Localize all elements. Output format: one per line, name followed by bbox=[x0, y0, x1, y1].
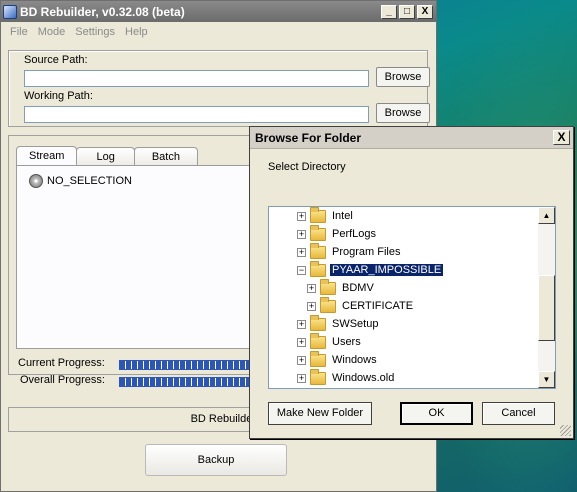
backup-button[interactable]: Backup bbox=[145, 444, 287, 476]
tree-item-windows-old[interactable]: + Windows.old bbox=[297, 368, 396, 386]
tab-log[interactable]: Log bbox=[76, 147, 135, 166]
make-new-folder-button[interactable]: Make New Folder bbox=[268, 402, 372, 425]
folder-icon bbox=[320, 296, 336, 313]
expand-icon[interactable]: + bbox=[307, 301, 316, 311]
expand-icon[interactable]: + bbox=[297, 337, 306, 347]
tree-item-pyaar-impossible[interactable]: − PYAAR_IMPOSSIBLE bbox=[297, 260, 444, 278]
tree-item-program-files[interactable]: + Program Files bbox=[297, 242, 402, 260]
paths-group: Source Path: Browse Working Path: Browse bbox=[8, 50, 430, 127]
folder-icon bbox=[310, 332, 326, 349]
tree-item-windows[interactable]: + Windows bbox=[297, 350, 379, 368]
expand-icon[interactable]: + bbox=[297, 319, 306, 329]
folder-icon bbox=[310, 368, 326, 385]
expand-icon[interactable]: + bbox=[297, 229, 306, 239]
menu-settings[interactable]: Settings bbox=[70, 26, 120, 38]
tree-item-label: BDMV bbox=[342, 282, 374, 294]
tree-item-perflogs[interactable]: + PerfLogs bbox=[297, 224, 378, 242]
source-browse-button[interactable]: Browse bbox=[376, 67, 430, 87]
tree-scrollbar[interactable]: ▲ ▼ bbox=[538, 207, 555, 388]
folder-icon bbox=[320, 278, 336, 295]
dialog-instruction: Select Directory bbox=[268, 161, 346, 173]
collapse-icon[interactable]: − bbox=[297, 265, 306, 275]
tree-item-label: Windows bbox=[332, 354, 377, 366]
tab-batch[interactable]: Batch bbox=[133, 147, 198, 166]
app-icon bbox=[3, 4, 17, 19]
tab-strip: Stream Log Batch bbox=[16, 146, 198, 167]
folder-icon bbox=[310, 242, 326, 259]
folder-open-icon bbox=[310, 260, 326, 277]
window-titlebar: BD Rebuilder, v0.32.08 (beta) _ □ X bbox=[1, 1, 436, 22]
tabs-panel: Stream Log Batch NO_SELECTION Current Pr… bbox=[8, 135, 269, 387]
scroll-down-button[interactable]: ▼ bbox=[538, 371, 555, 388]
maximize-button[interactable]: □ bbox=[399, 4, 415, 19]
menu-mode[interactable]: Mode bbox=[33, 26, 71, 38]
tree-item-label: PerfLogs bbox=[332, 228, 377, 240]
tree-item-certificate[interactable]: + CERTIFICATE bbox=[307, 296, 415, 314]
folder-icon bbox=[310, 207, 326, 223]
tree-item-label: CERTIFICATE bbox=[342, 300, 414, 312]
folder-icon bbox=[310, 314, 326, 331]
menu-help[interactable]: Help bbox=[120, 26, 153, 38]
folder-tree[interactable]: + Intel + PerfLogs + Program Files − PYA… bbox=[268, 206, 556, 389]
window-title: BD Rebuilder, v0.32.08 (beta) bbox=[20, 4, 185, 19]
tree-item-label: Program Files bbox=[332, 246, 401, 258]
working-path-label: Working Path: bbox=[24, 90, 93, 102]
ok-button[interactable]: OK bbox=[400, 402, 473, 425]
cancel-button[interactable]: Cancel bbox=[482, 402, 555, 425]
menu-bar: File Mode Settings Help bbox=[1, 22, 436, 41]
tree-item-label: SWSetup bbox=[332, 318, 379, 330]
tree-item-intel[interactable]: + Intel bbox=[297, 207, 355, 224]
expand-icon[interactable]: + bbox=[297, 373, 306, 383]
expand-icon[interactable]: + bbox=[307, 283, 316, 293]
browse-for-folder-dialog: Browse For Folder X Select Directory + I… bbox=[249, 126, 574, 439]
tree-item-label: Windows.old bbox=[332, 372, 395, 384]
tree-item-users[interactable]: + Users bbox=[297, 332, 363, 350]
expand-icon[interactable]: + bbox=[297, 211, 306, 221]
current-progress-label: Current Progress: bbox=[18, 357, 105, 369]
bd-rebuilder-button[interactable]: BD Rebuilder bbox=[8, 407, 268, 432]
source-path-label: Source Path: bbox=[24, 54, 88, 66]
dialog-title: Browse For Folder bbox=[255, 130, 362, 145]
menu-file[interactable]: File bbox=[5, 26, 33, 38]
stream-item-label: NO_SELECTION bbox=[47, 175, 132, 187]
window-controls: _ □ X bbox=[381, 4, 433, 19]
tree-item-swsetup[interactable]: + SWSetup bbox=[297, 314, 380, 332]
folder-icon bbox=[310, 224, 326, 241]
source-path-input[interactable] bbox=[24, 70, 369, 87]
working-path-input[interactable] bbox=[24, 106, 369, 123]
disc-icon bbox=[29, 174, 43, 188]
expand-icon[interactable]: + bbox=[297, 355, 306, 365]
resize-grip[interactable] bbox=[560, 425, 571, 436]
folder-icon bbox=[310, 350, 326, 367]
overall-progress-bar bbox=[119, 377, 259, 387]
dialog-titlebar: Browse For Folder X bbox=[250, 127, 573, 149]
tree-item-bdmv[interactable]: + BDMV bbox=[307, 278, 376, 296]
scroll-thumb[interactable] bbox=[538, 275, 555, 341]
minimize-button[interactable]: _ bbox=[381, 4, 397, 19]
stream-list-item[interactable]: NO_SELECTION bbox=[29, 174, 132, 188]
working-browse-button[interactable]: Browse bbox=[376, 103, 430, 123]
scroll-up-button[interactable]: ▲ bbox=[538, 207, 555, 224]
current-progress-bar bbox=[119, 360, 259, 370]
close-button[interactable]: X bbox=[417, 4, 433, 19]
tree-item-label: Users bbox=[332, 336, 361, 348]
expand-icon[interactable]: + bbox=[297, 247, 306, 257]
tree-item-label-selected: PYAAR_IMPOSSIBLE bbox=[330, 264, 444, 276]
tab-stream[interactable]: Stream bbox=[16, 146, 78, 166]
dialog-close-button[interactable]: X bbox=[553, 130, 570, 145]
stream-tab-content: NO_SELECTION bbox=[16, 165, 269, 349]
tree-item-label: Intel bbox=[332, 210, 353, 222]
overall-progress-label: Overall Progress: bbox=[20, 374, 105, 386]
